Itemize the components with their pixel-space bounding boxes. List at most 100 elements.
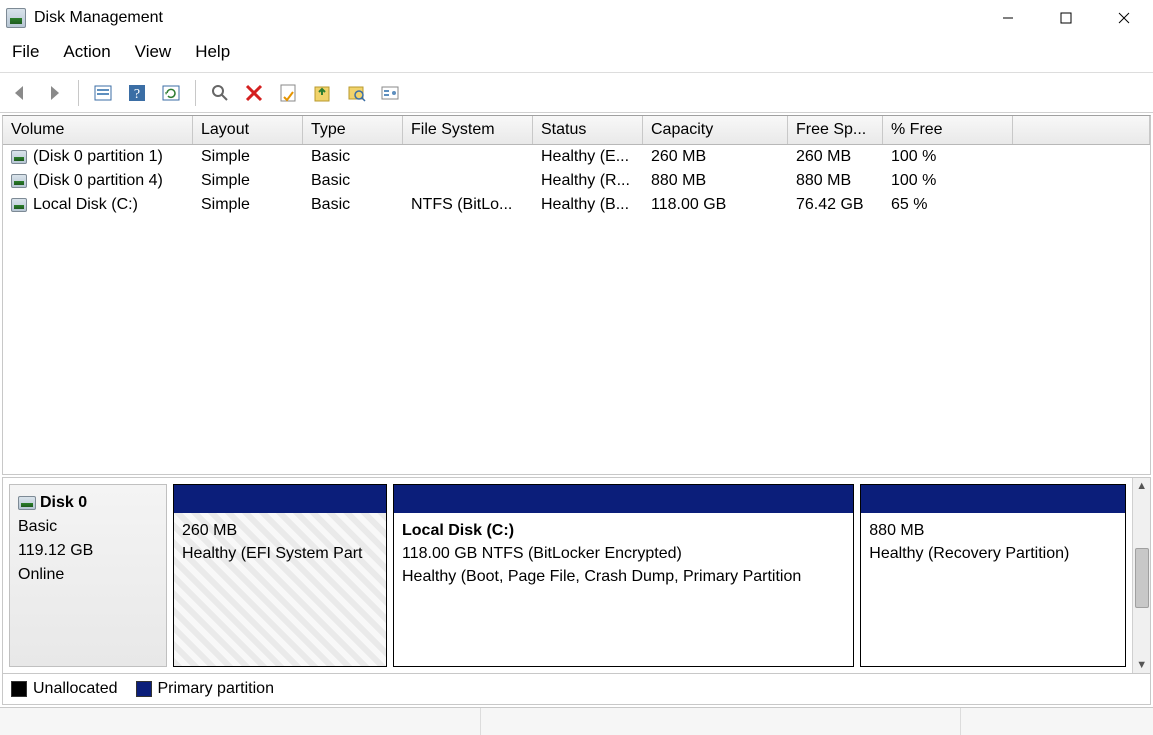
partition-line1: 260 MB — [182, 519, 378, 542]
window-title: Disk Management — [34, 9, 163, 27]
menu-view[interactable]: View — [135, 42, 172, 62]
cell-free: 260 MB — [788, 146, 883, 168]
volume-row[interactable]: (Disk 0 partition 4) SimpleBasic Healthy (… — [3, 169, 1150, 193]
partition-line2: Healthy (Recovery Partition) — [869, 542, 1117, 565]
legend-swatch-unallocated — [11, 681, 27, 697]
toolbar-separator — [195, 80, 196, 106]
disk-name: Disk 0 — [40, 494, 87, 511]
legend-label-unallocated: Unallocated — [33, 680, 118, 698]
disk-graphic-area: Disk 0 Basic 119.12 GB Online 260 MBHeal… — [2, 477, 1151, 705]
cell-percent: 65 % — [883, 194, 1013, 216]
volume-row[interactable]: (Disk 0 partition 1) SimpleBasic Healthy (… — [3, 145, 1150, 169]
partition-line2: Healthy (EFI System Part — [182, 542, 378, 565]
column-header-volume[interactable]: Volume — [3, 116, 193, 144]
disk-icon — [18, 496, 36, 510]
column-header-filesystem[interactable]: File System — [403, 116, 533, 144]
partition-color-bar — [861, 485, 1125, 513]
status-segment — [481, 708, 962, 735]
partition-line1: 118.00 GB NTFS (BitLocker Encrypted) — [402, 542, 845, 565]
cell-type: Basic — [303, 170, 403, 192]
refresh-button[interactable] — [157, 79, 185, 107]
column-header-layout[interactable]: Layout — [193, 116, 303, 144]
scroll-thumb[interactable] — [1135, 548, 1149, 608]
rescan-disks-button[interactable] — [206, 79, 234, 107]
back-button[interactable] — [6, 79, 34, 107]
volume-name: (Disk 0 partition 4) — [33, 172, 163, 190]
partitions: 260 MBHealthy (EFI System PartLocal Disk… — [173, 484, 1126, 667]
volume-list: Volume Layout Type File System Status Ca… — [2, 115, 1151, 475]
partition[interactable]: 880 MBHealthy (Recovery Partition) — [860, 484, 1126, 667]
minimize-button[interactable] — [979, 0, 1037, 36]
scroll-up-icon[interactable]: ▲ — [1136, 478, 1147, 494]
svg-text:?: ? — [134, 87, 140, 102]
toolbar: ? — [0, 73, 1153, 113]
column-header-capacity[interactable]: Capacity — [643, 116, 788, 144]
cell-free: 76.42 GB — [788, 194, 883, 216]
column-header-free[interactable]: Free Sp... — [788, 116, 883, 144]
cell-filesystem: NTFS (BitLo... — [403, 194, 533, 216]
menu-action[interactable]: Action — [63, 42, 110, 62]
partition-line2: Healthy (Boot, Page File, Crash Dump, Pr… — [402, 565, 845, 588]
status-bar — [0, 707, 1153, 735]
cell-layout: Simple — [193, 146, 303, 168]
volume-list-body: (Disk 0 partition 1)SimpleBasicHealthy (… — [3, 145, 1150, 474]
disk-row: Disk 0 Basic 119.12 GB Online 260 MBHeal… — [3, 478, 1132, 673]
toolbar-separator — [78, 80, 79, 106]
volume-icon — [11, 150, 27, 164]
volume-name: (Disk 0 partition 1) — [33, 148, 163, 166]
app-icon — [6, 8, 26, 28]
partition-color-bar — [174, 485, 386, 513]
disk-size: 119.12 GB — [18, 539, 158, 563]
column-header-status[interactable]: Status — [533, 116, 643, 144]
title-bar: Disk Management — [0, 0, 1153, 36]
show-hide-console-tree-button[interactable] — [89, 79, 117, 107]
vertical-scrollbar[interactable]: ▲ ▼ — [1132, 478, 1150, 673]
explore-button[interactable] — [342, 79, 370, 107]
cell-filesystem — [403, 170, 533, 192]
legend: Unallocated Primary partition — [3, 673, 1150, 704]
cell-capacity: 118.00 GB — [643, 194, 788, 216]
cell-percent: 100 % — [883, 170, 1013, 192]
cell-free: 880 MB — [788, 170, 883, 192]
disk-label[interactable]: Disk 0 Basic 119.12 GB Online — [9, 484, 167, 667]
settings-button[interactable] — [376, 79, 404, 107]
maximize-button[interactable] — [1037, 0, 1095, 36]
cell-status: Healthy (R... — [533, 170, 643, 192]
partition-title: Local Disk (C:) — [402, 519, 845, 542]
cell-layout: Simple — [193, 170, 303, 192]
cell-status: Healthy (B... — [533, 194, 643, 216]
scroll-down-icon[interactable]: ▼ — [1136, 657, 1147, 673]
status-segment — [0, 708, 481, 735]
volume-row[interactable]: Local Disk (C:) SimpleBasicNTFS (BitLo...… — [3, 193, 1150, 217]
volume-list-header: Volume Layout Type File System Status Ca… — [3, 116, 1150, 145]
legend-swatch-primary — [136, 681, 152, 697]
disk-type: Basic — [18, 515, 158, 539]
volume-icon — [11, 198, 27, 212]
disk-status: Online — [18, 563, 158, 587]
volume-icon — [11, 174, 27, 188]
status-segment — [961, 708, 1153, 735]
properties-button[interactable] — [274, 79, 302, 107]
import-button[interactable] — [308, 79, 336, 107]
partition[interactable]: 260 MBHealthy (EFI System Part — [173, 484, 387, 667]
cell-percent: 100 % — [883, 146, 1013, 168]
column-header-percent[interactable]: % Free — [883, 116, 1013, 144]
cell-type: Basic — [303, 146, 403, 168]
close-button[interactable] — [1095, 0, 1153, 36]
partition-color-bar — [394, 485, 853, 513]
delete-button[interactable] — [240, 79, 268, 107]
volume-name: Local Disk (C:) — [33, 196, 138, 214]
partition[interactable]: Local Disk (C:)118.00 GB NTFS (BitLocker… — [393, 484, 854, 667]
cell-layout: Simple — [193, 194, 303, 216]
legend-label-primary: Primary partition — [158, 680, 274, 698]
column-header-spacer — [1013, 116, 1150, 144]
menu-file[interactable]: File — [12, 42, 39, 62]
cell-type: Basic — [303, 194, 403, 216]
forward-button[interactable] — [40, 79, 68, 107]
cell-capacity: 260 MB — [643, 146, 788, 168]
menu-help[interactable]: Help — [195, 42, 230, 62]
help-button[interactable]: ? — [123, 79, 151, 107]
cell-status: Healthy (E... — [533, 146, 643, 168]
cell-filesystem — [403, 146, 533, 168]
column-header-type[interactable]: Type — [303, 116, 403, 144]
